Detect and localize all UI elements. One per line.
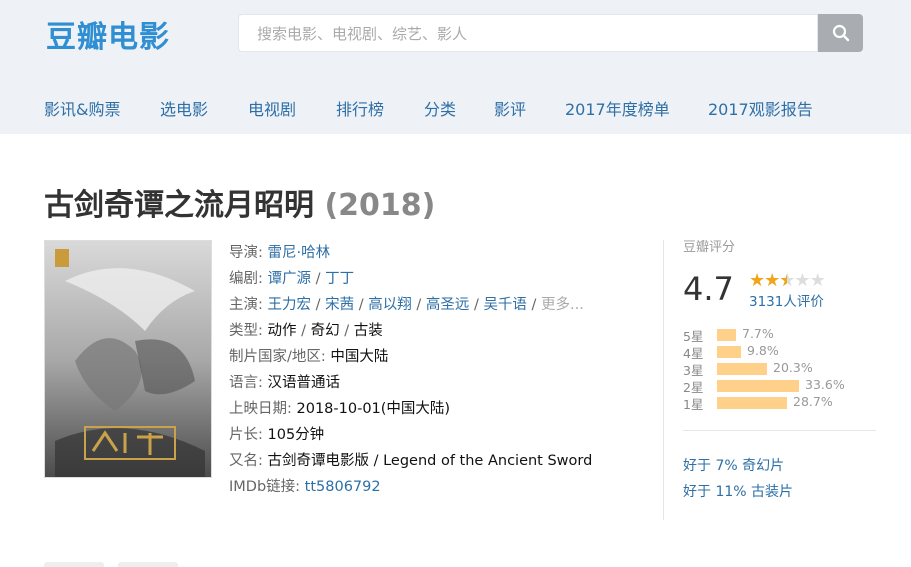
genre-label: 类型 <box>229 323 258 339</box>
writer-link[interactable]: 谭广源 <box>268 271 312 287</box>
director-link[interactable]: 雷尼·哈林 <box>268 245 331 261</box>
rating-breakdown: 5星 7.7% 4星 9.8% 3星 20.3% 2星 33.6% 1星 28.7% <box>683 326 883 412</box>
star-full-icon: ★ <box>764 270 780 291</box>
aka-row: 又名: 古剑奇谭电影版 / Legend of the Ancient Swor… <box>229 453 593 469</box>
search-input[interactable]: 搜索电影、电视剧、综艺、影人 <box>238 14 818 52</box>
rating-panel: 豆瓣评分 4.7 ★★★★★★ 3131人评价 5星7.7%4星9.8%3星20… <box>683 236 883 412</box>
writer-label: 编剧 <box>229 271 258 287</box>
nav-charts[interactable]: 排行榜 <box>336 96 384 120</box>
cast-more-link[interactable]: 更多... <box>541 297 584 313</box>
cast-row: 主演: 王力宏 / 宋茜 / 高以翔 / 高圣远 / 吴千语 / 更多... <box>229 297 584 313</box>
movie-info: 导演: 雷尼·哈林 编剧: 谭广源 / 丁丁 主演: 王力宏 / 宋茜 / 高以… <box>229 240 649 500</box>
language-label: 语言 <box>229 375 258 391</box>
star-half-icon: ★★ <box>779 270 795 291</box>
cast-label: 主演 <box>229 297 258 313</box>
rating-bar-fill <box>717 329 736 341</box>
runtime-label: 片长 <box>229 427 258 443</box>
country-label: 制片国家/地区 <box>229 349 321 365</box>
douban-movie-logo[interactable]: 豆瓣电影 <box>46 12 170 56</box>
movie-year: (2018) <box>324 188 436 223</box>
runtime-value: 105分钟 <box>267 427 325 443</box>
release-label: 上映日期 <box>229 401 287 417</box>
director-label: 导演 <box>229 245 258 261</box>
nav-categories[interactable]: 分类 <box>424 96 456 120</box>
divider <box>683 430 876 431</box>
runtime-row: 片长: 105分钟 <box>229 427 325 443</box>
search-button[interactable] <box>818 14 863 52</box>
rating-bar-fill <box>717 346 741 358</box>
aka-value: 古剑奇谭电影版 / Legend of the Ancient Sword <box>267 453 593 469</box>
aka-label: 又名 <box>229 453 258 469</box>
country-value: 中国大陆 <box>330 349 389 365</box>
nav-tv[interactable]: 电视剧 <box>248 96 296 120</box>
genre-row: 类型: 动作 / 奇幻 / 古装 <box>229 323 383 339</box>
writer-link[interactable]: 丁丁 <box>325 271 354 287</box>
cast-link[interactable]: 王力宏 <box>268 297 312 313</box>
rating-bar-percent: 20.3% <box>773 360 813 375</box>
nav-reviews[interactable]: 影评 <box>494 96 526 120</box>
movie-poster[interactable] <box>44 240 212 478</box>
star-empty-icon: ★ <box>794 270 810 291</box>
movie-title: 古剑奇谭之流月昭明 <box>44 188 314 223</box>
language-value: 汉语普通话 <box>267 375 341 391</box>
director-row: 导演: 雷尼·哈林 <box>229 245 331 261</box>
nav-2017-chart[interactable]: 2017年度榜单 <box>565 96 670 120</box>
rating-bar-row: 1星 28.7% <box>683 394 883 412</box>
cast-link[interactable]: 高圣远 <box>426 297 470 313</box>
genre-value: 奇幻 <box>310 323 340 339</box>
genre-value: 古装 <box>353 323 383 339</box>
poster-image <box>45 241 211 477</box>
page-title: 古剑奇谭之流月昭明 (2018) <box>44 180 435 224</box>
genre-value: 动作 <box>267 323 297 339</box>
bottom-button[interactable] <box>118 562 178 567</box>
nav-2017-report[interactable]: 2017观影报告 <box>708 96 813 120</box>
rating-bar-fill <box>717 397 787 409</box>
rating-stars: ★★★★★★ <box>749 270 826 291</box>
imdb-row: IMDb链接: tt5806792 <box>229 479 381 495</box>
search-icon <box>832 24 849 42</box>
rating-bar-percent: 28.7% <box>793 394 833 409</box>
language-row: 语言: 汉语普通话 <box>229 375 341 391</box>
writer-row: 编剧: 谭广源 / 丁丁 <box>229 271 355 287</box>
cast-link[interactable]: 高以翔 <box>368 297 412 313</box>
rating-bar-row: 2星 33.6% <box>683 377 883 395</box>
rating-bar-row: 5星 7.7% <box>683 326 883 344</box>
rating-bar-row: 4星 9.8% <box>683 343 883 361</box>
star-full-icon: ★ <box>749 270 765 291</box>
cast-link[interactable]: 吴千语 <box>483 297 527 313</box>
vote-count-link[interactable]: 3131人评价 <box>749 290 824 310</box>
star-empty-icon: ★ <box>809 270 826 291</box>
rating-bar-fill <box>717 380 799 392</box>
better-than-costume-link[interactable]: 好于 11% 古装片 <box>683 481 793 501</box>
country-row: 制片国家/地区: 中国大陆 <box>229 349 389 365</box>
nav-tickets[interactable]: 影讯&购票 <box>44 96 120 120</box>
rating-bar-label: 1星 <box>683 397 704 412</box>
header: 豆瓣电影 搜索电影、电视剧、综艺、影人 影讯&购票 选电影 电视剧 排行榜 分类… <box>0 0 911 134</box>
imdb-link[interactable]: tt5806792 <box>305 479 381 495</box>
rating-bar-percent: 9.8% <box>747 343 779 358</box>
rating-label: 豆瓣评分 <box>683 240 736 255</box>
rating-bar-row: 3星 20.3% <box>683 360 883 378</box>
cast-link[interactable]: 宋茜 <box>325 297 354 313</box>
rating-bar-fill <box>717 363 767 375</box>
release-value: 2018-10-01(中国大陆) <box>296 401 451 417</box>
release-row: 上映日期: 2018-10-01(中国大陆) <box>229 401 451 417</box>
rating-bar-percent: 33.6% <box>805 377 845 392</box>
nav-choose-movie[interactable]: 选电影 <box>160 96 208 120</box>
rating-bar-percent: 7.7% <box>742 326 774 341</box>
rating-score: 4.7 <box>683 270 734 308</box>
imdb-label: IMDb链接 <box>229 479 296 495</box>
bottom-button[interactable] <box>44 562 104 567</box>
divider <box>663 240 664 520</box>
better-than-fantasy-link[interactable]: 好于 7% 奇幻片 <box>683 455 784 475</box>
